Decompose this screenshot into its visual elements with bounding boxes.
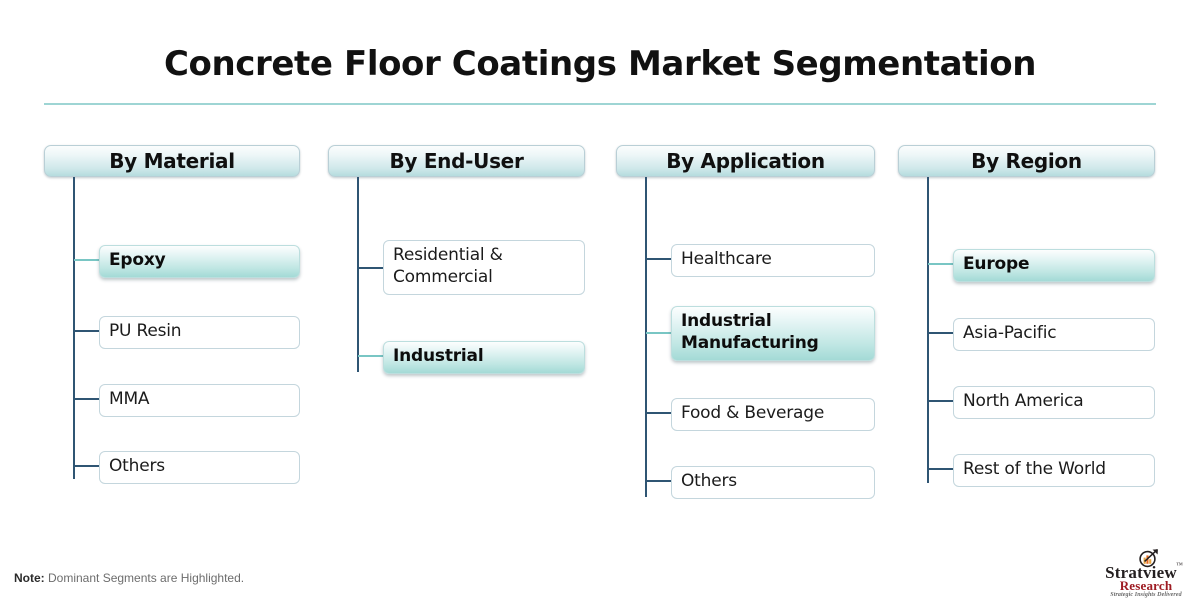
- segment-node: Others: [99, 451, 300, 484]
- company-logo: Stratview ™ Research Strategic Insights …: [1098, 549, 1194, 598]
- segment-node: Epoxy: [99, 245, 300, 278]
- tree-branch-line: [358, 355, 383, 357]
- segment-item-highlighted[interactable]: Industrial Manufacturing: [671, 306, 875, 361]
- tree-branch-line: [928, 467, 953, 470]
- segment-item[interactable]: Residential & Commercial: [383, 240, 585, 295]
- column-header[interactable]: By End-User: [328, 145, 585, 177]
- tree-branch-line: [928, 399, 953, 402]
- tree-branch-line: [358, 266, 383, 269]
- tree-branch-line: [74, 329, 99, 332]
- segment-column-0: By Material Epoxy PU Resin MMA Others: [44, 145, 300, 484]
- segment-column-1: By End-User Residential & Commercial Indus…: [328, 145, 585, 374]
- segment-item-highlighted[interactable]: Industrial: [383, 341, 585, 374]
- segment-item[interactable]: Healthcare: [671, 244, 875, 277]
- page-title: Concrete Floor Coatings Market Segmentat…: [163, 44, 1037, 84]
- tree-branch-line: [928, 263, 953, 265]
- tree-branch-line: [646, 257, 671, 260]
- tree-branch-line: [74, 464, 99, 467]
- segment-item-highlighted[interactable]: Epoxy: [99, 245, 300, 278]
- segment-node: PU Resin: [99, 316, 300, 349]
- tree-branch-line: [646, 479, 671, 482]
- segment-item-highlighted[interactable]: Europe: [953, 249, 1155, 282]
- segment-item[interactable]: North America: [953, 386, 1155, 419]
- segment-node: Residential & Commercial: [383, 240, 585, 295]
- segment-node: Others: [671, 466, 875, 499]
- segment-item[interactable]: Others: [671, 466, 875, 499]
- column-header[interactable]: By Material: [44, 145, 300, 177]
- segment-node: Rest of the World: [953, 454, 1155, 487]
- segment-item[interactable]: PU Resin: [99, 316, 300, 349]
- logo-trademark: ™: [1176, 561, 1183, 569]
- segment-item[interactable]: Food & Beverage: [671, 398, 875, 431]
- segment-node: Industrial: [383, 341, 585, 374]
- tree-trunk-line: [73, 177, 75, 479]
- tree-branch-line: [928, 331, 953, 334]
- column-header[interactable]: By Region: [898, 145, 1155, 177]
- tree-trunk-line: [927, 177, 929, 483]
- title-divider: [44, 103, 1156, 105]
- segment-node: Europe: [953, 249, 1155, 282]
- tree-trunk-line: [357, 177, 359, 372]
- segment-item[interactable]: Others: [99, 451, 300, 484]
- segment-item[interactable]: Asia-Pacific: [953, 318, 1155, 351]
- column-header[interactable]: By Application: [616, 145, 875, 177]
- tree-branch-line: [74, 397, 99, 400]
- tree-branch-line: [646, 331, 671, 334]
- segment-item[interactable]: MMA: [99, 384, 300, 417]
- segment-node: Industrial Manufacturing: [671, 306, 875, 361]
- note-label: Note:: [14, 571, 45, 585]
- segment-node: Healthcare: [671, 244, 875, 277]
- segment-node: Asia-Pacific: [953, 318, 1155, 351]
- footer-note: Note: Dominant Segments are Highlighted.: [14, 571, 244, 585]
- tree-trunk-line: [645, 177, 647, 497]
- segment-item[interactable]: Rest of the World: [953, 454, 1155, 487]
- note-text: Dominant Segments are Highlighted.: [44, 571, 245, 585]
- segment-node: Food & Beverage: [671, 398, 875, 431]
- segment-column-2: By Application Healthcare Industrial Manuf…: [616, 145, 875, 499]
- segment-node: North America: [953, 386, 1155, 419]
- tree-branch-line: [646, 411, 671, 414]
- tree-branch-line: [74, 259, 99, 261]
- segment-column-3: By Region Europe Asia-Pacific North America…: [898, 145, 1155, 487]
- logo-tagline: Strategic Insights Delivered: [1110, 592, 1182, 598]
- segment-node: MMA: [99, 384, 300, 417]
